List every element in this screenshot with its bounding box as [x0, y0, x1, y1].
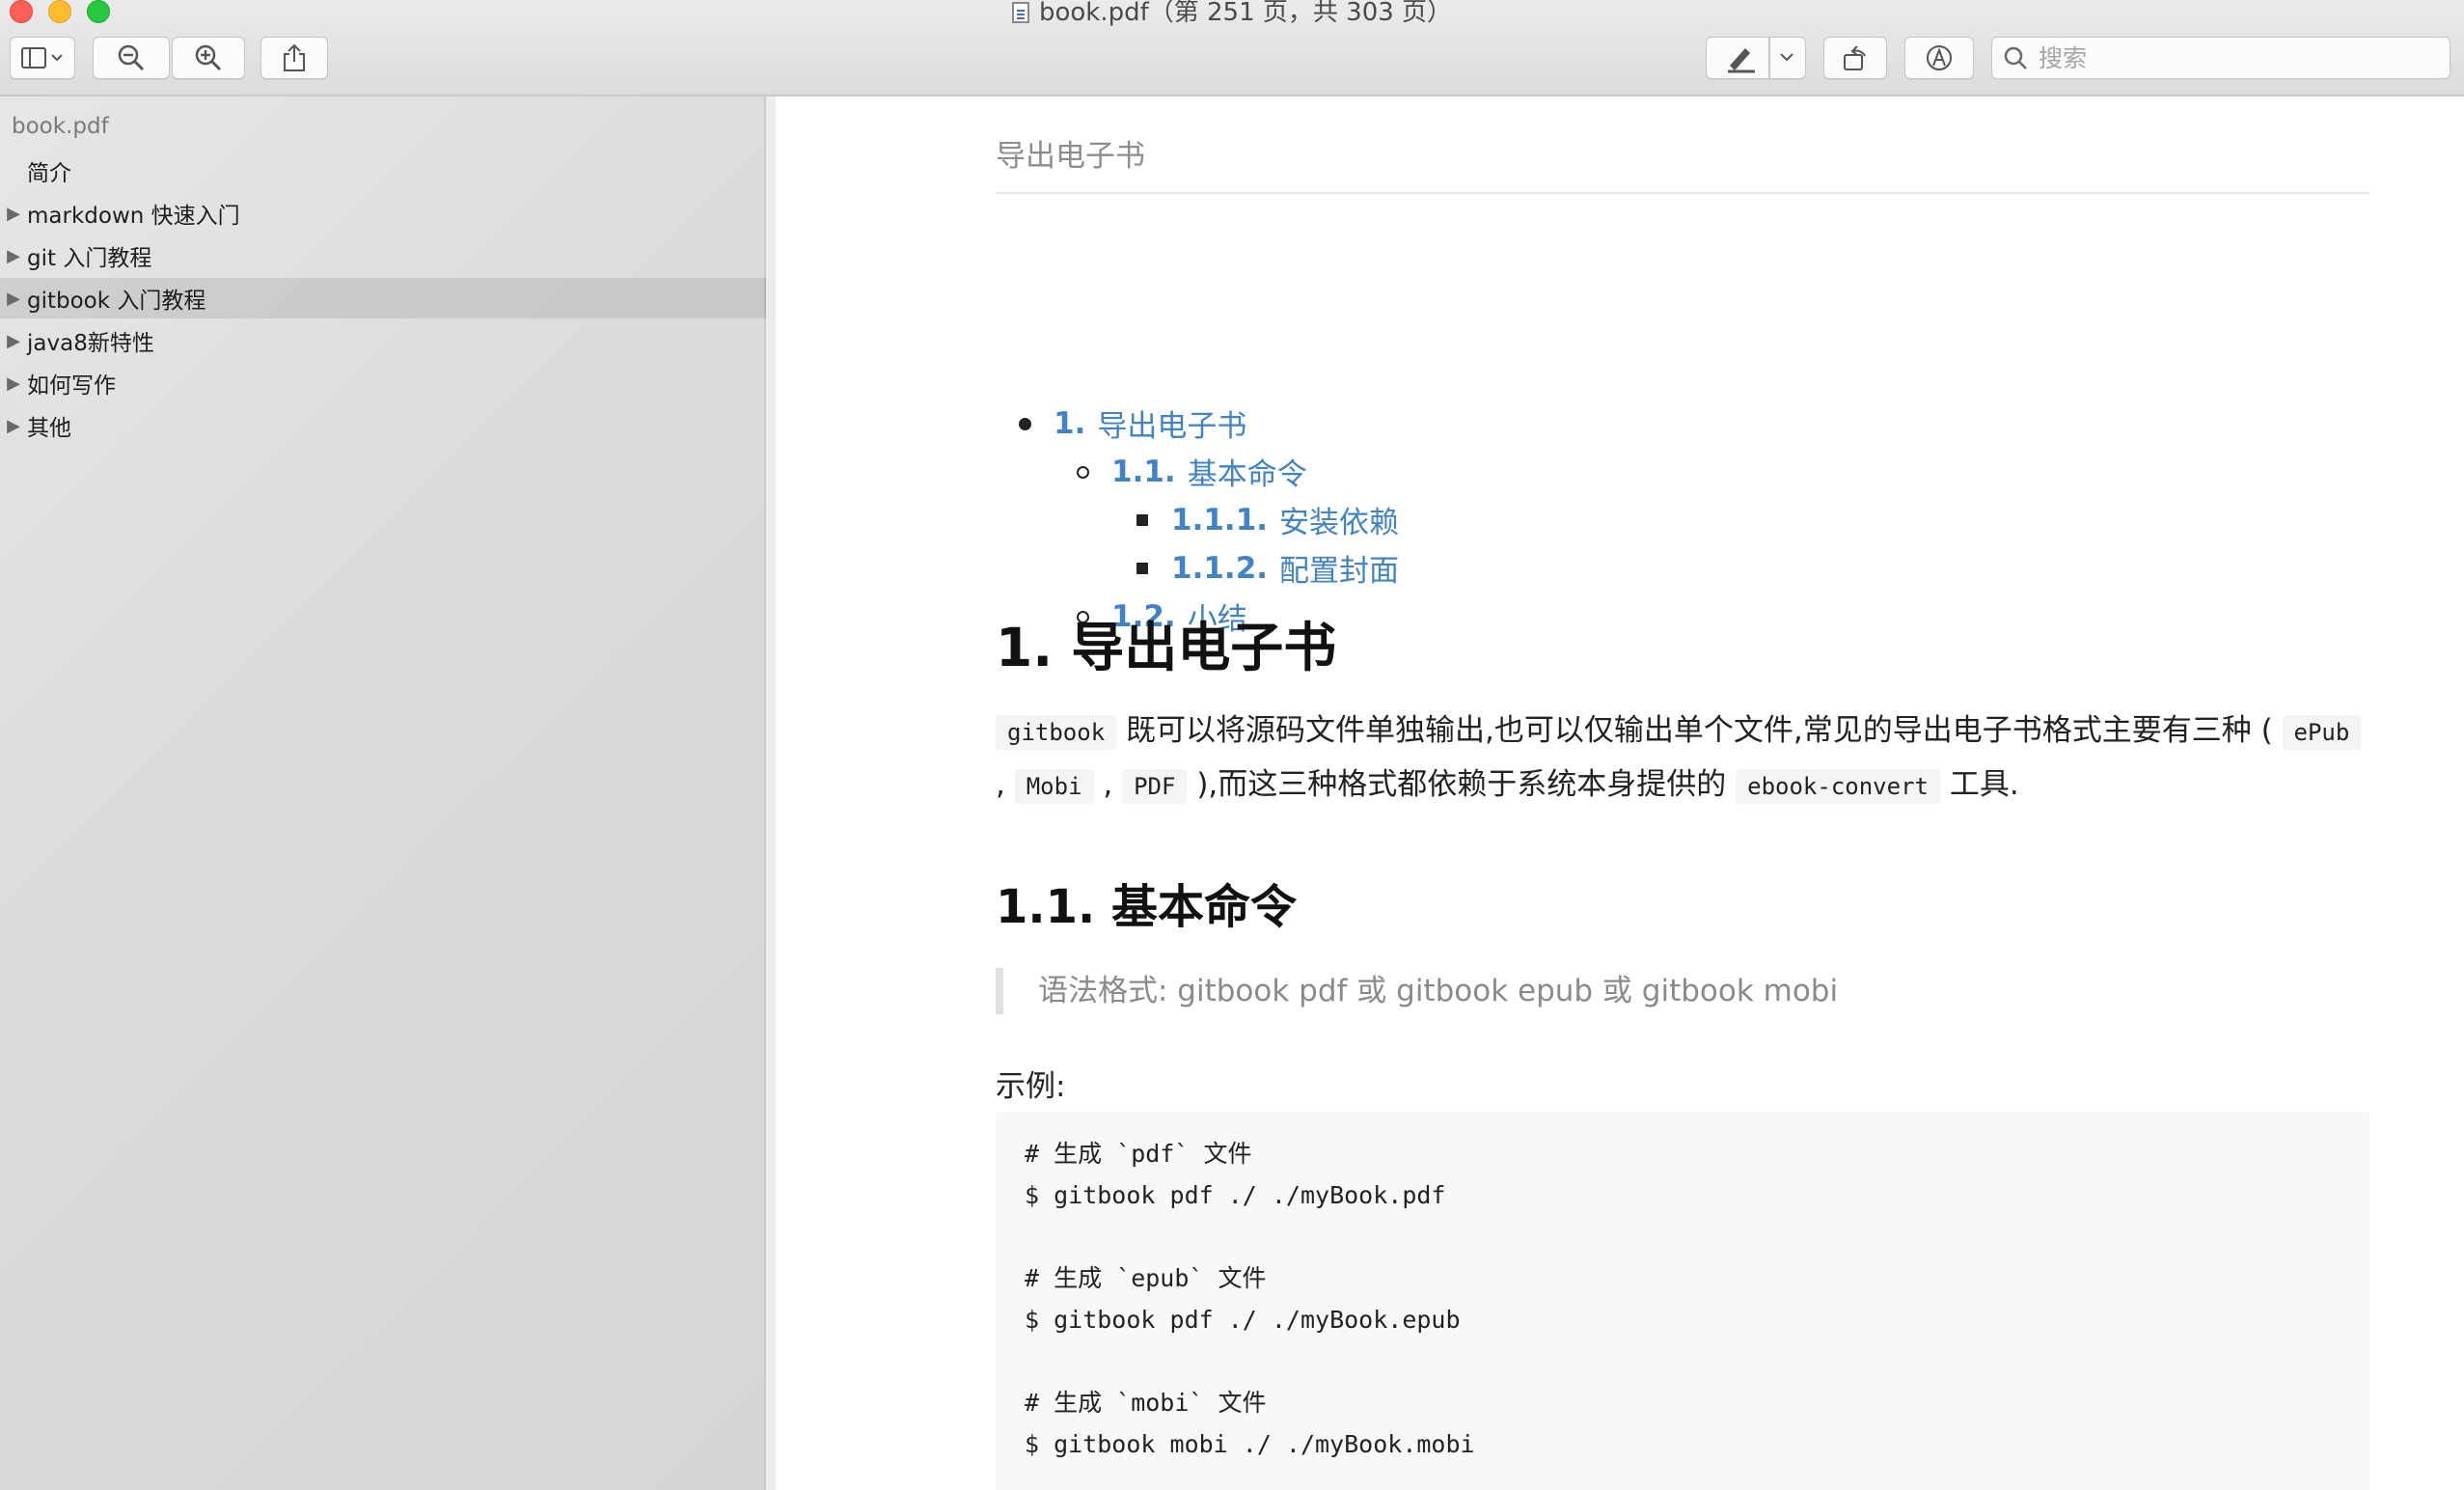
outline-item-label: 其他 [27, 416, 71, 441]
toc-text: 安装依赖 [1279, 506, 1400, 540]
code-line: # 生成 `epub` 文件 [1025, 1264, 1267, 1292]
chevron-down-icon[interactable] [1770, 45, 1803, 70]
paragraph-separator: , [996, 767, 1005, 802]
toc-link-1[interactable]: 1. 导出电子书 [1054, 401, 1246, 445]
share-button[interactable] [260, 37, 328, 79]
highlight-button[interactable] [1706, 37, 1806, 79]
outline-item-java8[interactable]: ▶ java8新特性 [0, 320, 766, 361]
toc-bullet [1019, 418, 1031, 430]
outline-root-label: book.pdf [12, 114, 109, 139]
sidebar-toggle-button[interactable] [10, 37, 75, 79]
toc-bullet [1077, 466, 1089, 479]
outline-item-label: 如何写作 [27, 373, 116, 399]
paragraph-separator: , [1103, 767, 1113, 802]
toc-text: 基本命令 [1187, 457, 1307, 492]
inline-code: Mobi [1014, 769, 1094, 804]
toc-bullet [1136, 563, 1148, 574]
outline-sidebar: book.pdf 简介 ▶ markdown 快速入门 ▶ git 入门教程 ▶… [0, 97, 766, 1490]
toc-link-1-1-2[interactable]: 1.1.2. 配置封面 [1171, 546, 1399, 590]
markup-icon [1927, 45, 1952, 70]
code-line: # 生成 `mobi` 文件 [1025, 1389, 1267, 1417]
code-line: $ gitbook pdf ./ ./myBook.epub [1025, 1306, 1461, 1334]
inline-code: ePub [2282, 715, 2362, 750]
zoom-out-button[interactable] [93, 37, 170, 79]
toc-number: 1. [1054, 405, 1086, 441]
toc-link-1-1-1[interactable]: 1.1.1. 安装依赖 [1171, 498, 1399, 541]
document-view[interactable]: 导出电子书 1. 导出电子书 1.1. 基本命令 1.1.1. 安装依赖 1.1… [776, 97, 2464, 1490]
disclosure-triangle-icon[interactable]: ▶ [0, 204, 27, 224]
example-label: 示例: [996, 1069, 1066, 1104]
outline-item-label: 简介 [27, 161, 71, 186]
code-line: $ gitbook mobi ./ ./myBook.mobi [1025, 1430, 1475, 1458]
inline-code: gitbook [996, 715, 1117, 750]
disclosure-triangle-icon[interactable]: ▶ [0, 246, 27, 266]
pdf-document-icon [1011, 2, 1029, 23]
sidebar-icon [21, 47, 63, 69]
toc-text: 配置封面 [1279, 554, 1400, 589]
code-block: # 生成 `pdf` 文件 $ gitbook pdf ./ ./myBook.… [996, 1112, 2369, 1490]
disclosure-triangle-icon[interactable]: ▶ [0, 331, 27, 351]
toc-link-1-1[interactable]: 1.1. 基本命令 [1111, 450, 1307, 493]
outline-item-gitbook[interactable]: ▶ gitbook 入门教程 [0, 278, 766, 318]
rotate-button[interactable] [1823, 37, 1887, 79]
rotate-icon [1844, 45, 1866, 70]
outline-item-markdown[interactable]: ▶ markdown 快速入门 [0, 193, 766, 234]
search-input[interactable] [2039, 43, 2424, 72]
code-line: # 生成 `pdf` 文件 [1025, 1140, 1252, 1168]
outline-item-label: java8新特性 [27, 331, 154, 356]
paragraph-text: 既可以将源码文件单独输出,也可以仅输出单个文件,常见的导出电子书格式主要有三种 … [1126, 713, 2273, 748]
outline-item-intro[interactable]: 简介 [0, 151, 766, 191]
title-bar: book.pdf（第 251 页，共 303 页） [0, 0, 2464, 97]
disclosure-triangle-icon[interactable]: ▶ [0, 416, 27, 436]
share-icon [284, 43, 305, 71]
section-heading-1: 1. 导出电子书 [996, 617, 1337, 678]
window-title: book.pdf（第 251 页，共 303 页） [0, 0, 2464, 25]
toc-number: 1.1. [1111, 454, 1176, 489]
toc-number: 1.1.2. [1171, 550, 1269, 586]
zoom-in-button[interactable] [172, 37, 245, 79]
zoom-in-icon [195, 44, 222, 71]
outline-item-label: git 入门教程 [27, 246, 152, 271]
code-line: $ gitbook pdf ./ ./myBook.pdf [1025, 1181, 1446, 1209]
markup-button[interactable] [1904, 37, 1974, 79]
search-field[interactable] [1991, 37, 2450, 79]
disclosure-triangle-icon[interactable]: ▶ [0, 289, 27, 309]
paragraph-text: ),而这三种格式都依赖于系统本身提供的 [1196, 767, 1727, 802]
toc-number: 1.1.1. [1171, 502, 1269, 538]
section-heading-1-1: 1.1. 基本命令 [996, 880, 1297, 934]
disclosure-triangle-icon[interactable]: ▶ [0, 373, 27, 394]
outline-item-other[interactable]: ▶ 其他 [0, 405, 766, 446]
search-icon [2004, 46, 2027, 69]
outline-item-label: markdown 快速入门 [27, 204, 240, 229]
inline-code: ebook-convert [1736, 769, 1940, 804]
window-title-text: book.pdf（第 251 页，共 303 页） [1038, 0, 1453, 27]
pen-icon [1728, 48, 1755, 73]
inline-code: PDF [1122, 769, 1188, 804]
syntax-blockquote: 语法格式: gitbook pdf 或 gitbook epub 或 gitbo… [996, 968, 1838, 1014]
paragraph-text: 工具. [1949, 767, 2019, 802]
page-running-head: 导出电子书 [996, 131, 2369, 194]
toc-bullet [1136, 514, 1148, 526]
intro-paragraph: gitbook 既可以将源码文件单独输出,也可以仅输出单个文件,常见的导出电子书… [996, 704, 2369, 813]
outline-item-label: gitbook 入门教程 [27, 289, 206, 314]
toc-text: 导出电子书 [1097, 409, 1247, 444]
zoom-out-icon [118, 44, 145, 71]
outline-item-git[interactable]: ▶ git 入门教程 [0, 235, 766, 276]
outline-item-writing[interactable]: ▶ 如何写作 [0, 363, 766, 403]
